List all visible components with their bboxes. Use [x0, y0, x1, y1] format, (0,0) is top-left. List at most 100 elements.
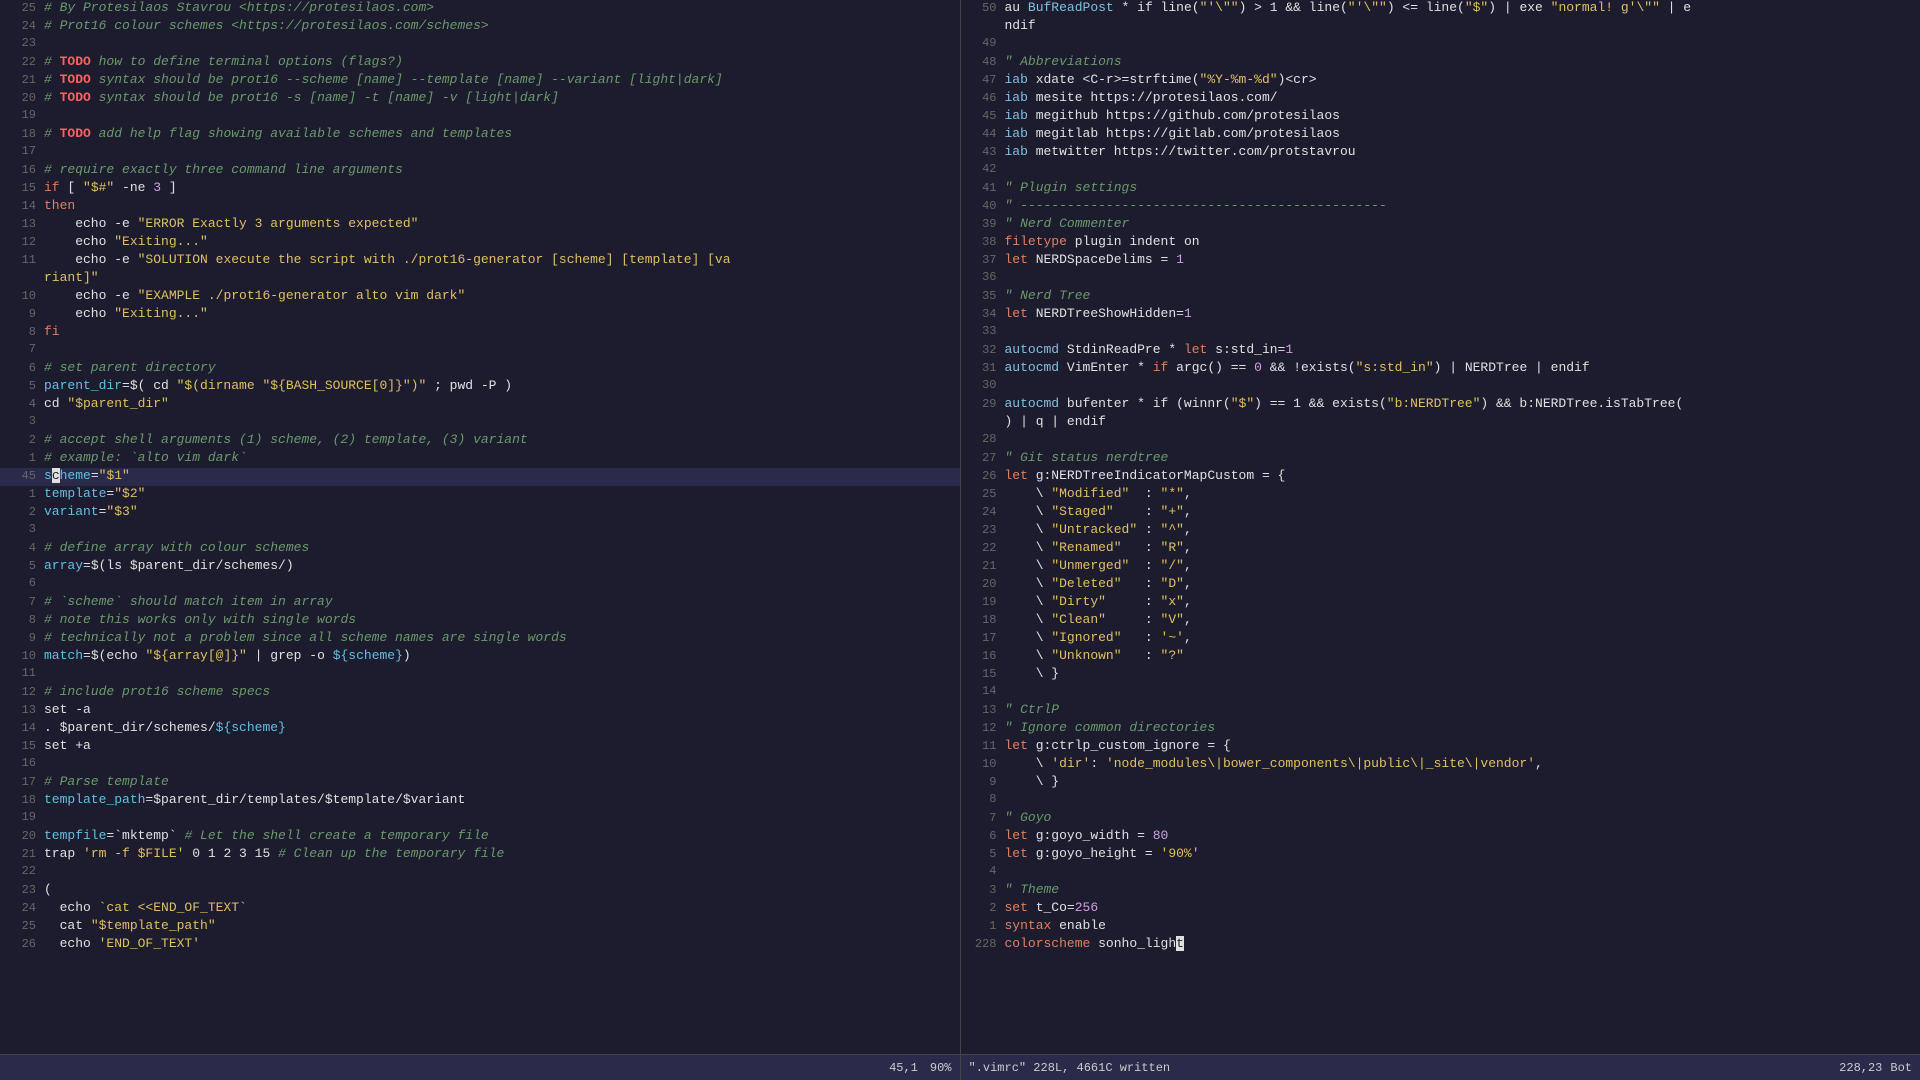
code-line: 30 [961, 378, 1920, 396]
code-line: 46iab mesite https://protesilaos.com/ [961, 90, 1920, 108]
left-pane: 25# By Protesilaos Stavrou <https://prot… [0, 0, 961, 1080]
code-line-colorscheme: 228colorscheme sonho_light [961, 936, 1920, 954]
code-line: 37let NERDSpaceDelims = 1 [961, 252, 1920, 270]
left-code-area[interactable]: 25# By Protesilaos Stavrou <https://prot… [0, 0, 960, 1054]
code-line: 39" Nerd Commenter [961, 216, 1920, 234]
code-line: 12# include prot16 scheme specs [0, 684, 960, 702]
left-status-bar: 45,1 90% [0, 1054, 960, 1080]
code-line: 13set -a [0, 702, 960, 720]
code-line: 18 \ "Clean" : "V", [961, 612, 1920, 630]
right-code-area[interactable]: 50au BufReadPost * if line("'\"") > 1 &&… [961, 0, 1920, 1054]
right-status-file: ".vimrc" 228L, 4661C written [969, 1061, 1171, 1075]
code-line: 23 \ "Untracked" : "^", [961, 522, 1920, 540]
code-line: 1# example: `alto vim dark` [0, 450, 960, 468]
code-line: 16 \ "Unknown" : "?" [961, 648, 1920, 666]
code-line: 13" CtrlP [961, 702, 1920, 720]
code-line: 14. $parent_dir/schemes/${scheme} [0, 720, 960, 738]
code-line: 11let g:ctrlp_custom_ignore = { [961, 738, 1920, 756]
code-line: 5array=$(ls $parent_dir/schemes/) [0, 558, 960, 576]
code-line: 20 \ "Deleted" : "D", [961, 576, 1920, 594]
code-line: 9 echo "Exiting..." [0, 306, 960, 324]
code-line: 25 cat "$template_path" [0, 918, 960, 936]
code-line: 22 \ "Renamed" : "R", [961, 540, 1920, 558]
code-line: 9 \ } [961, 774, 1920, 792]
code-line: 8fi [0, 324, 960, 342]
code-line: 50au BufReadPost * if line("'\"") > 1 &&… [961, 0, 1920, 18]
code-line: 2set t_Co=256 [961, 900, 1920, 918]
code-line: 12 echo "Exiting..." [0, 234, 960, 252]
code-line: 6# set parent directory [0, 360, 960, 378]
code-line: 36 [961, 270, 1920, 288]
code-line: 27" Git status nerdtree [961, 450, 1920, 468]
code-line: 17 \ "Ignored" : '~', [961, 630, 1920, 648]
code-line: 26let g:NERDTreeIndicatorMapCustom = { [961, 468, 1920, 486]
editor-container: 25# By Protesilaos Stavrou <https://prot… [0, 0, 1920, 1080]
right-pane: 50au BufReadPost * if line("'\"") > 1 &&… [961, 0, 1920, 1080]
code-line: 5let g:goyo_height = '90%' [961, 846, 1920, 864]
code-line: 47iab xdate <C-r>=strftime("%Y-%m-%d")<c… [961, 72, 1920, 90]
code-line: 4cd "$parent_dir" [0, 396, 960, 414]
code-line: 3" Theme [961, 882, 1920, 900]
code-line: 5parent_dir=$( cd "$(dirname "${BASH_SOU… [0, 378, 960, 396]
code-line: 38filetype plugin indent on [961, 234, 1920, 252]
code-line: 7 [0, 342, 960, 360]
code-line: 17 [0, 144, 960, 162]
code-line: 9# technically not a problem since all s… [0, 630, 960, 648]
code-line: 48" Abbreviations [961, 54, 1920, 72]
code-line: 15set +a [0, 738, 960, 756]
code-line: 1syntax enable [961, 918, 1920, 936]
code-line: ) | q | endif [961, 414, 1920, 432]
code-line: 13 echo -e "ERROR Exactly 3 arguments ex… [0, 216, 960, 234]
code-line: 1template="$2" [0, 486, 960, 504]
code-line: 19 [0, 108, 960, 126]
code-line: 12" Ignore common directories [961, 720, 1920, 738]
code-line: 4# define array with colour schemes [0, 540, 960, 558]
code-line: 22# TODO how to define terminal options … [0, 54, 960, 72]
code-line: 6let g:goyo_width = 80 [961, 828, 1920, 846]
code-line: 26 echo 'END_OF_TEXT' [0, 936, 960, 954]
code-line: 34let NERDTreeShowHidden=1 [961, 306, 1920, 324]
code-line: 20# TODO syntax should be prot16 -s [nam… [0, 90, 960, 108]
code-line: 14then [0, 198, 960, 216]
code-line: 21 \ "Unmerged" : "/", [961, 558, 1920, 576]
code-line: 23( [0, 882, 960, 900]
code-line: 20tempfile=`mktemp` # Let the shell crea… [0, 828, 960, 846]
code-line: 10 \ 'dir': 'node_modules\|bower_compone… [961, 756, 1920, 774]
code-line: 25 \ "Modified" : "*", [961, 486, 1920, 504]
code-line: 6 [0, 576, 960, 594]
code-line: 41" Plugin settings [961, 180, 1920, 198]
code-line: 25# By Protesilaos Stavrou <https://prot… [0, 0, 960, 18]
code-line: 17# Parse template [0, 774, 960, 792]
code-line: ndif [961, 18, 1920, 36]
code-line: 49 [961, 36, 1920, 54]
code-line: 22 [0, 864, 960, 882]
code-line: 28 [961, 432, 1920, 450]
code-line: 4 [961, 864, 1920, 882]
code-line: 24 echo `cat <<END_OF_TEXT` [0, 900, 960, 918]
right-status-mode: Bot [1890, 1061, 1912, 1075]
code-line: 11 [0, 666, 960, 684]
code-line: 19 [0, 810, 960, 828]
code-line: 15 \ } [961, 666, 1920, 684]
code-line: 44iab megitlab https://gitlab.com/protes… [961, 126, 1920, 144]
code-line: 21trap 'rm -f $FILE' 0 1 2 3 15 # Clean … [0, 846, 960, 864]
left-scroll-pct: 90% [930, 1061, 952, 1075]
code-line: 15if [ "$#" -ne 3 ] [0, 180, 960, 198]
code-line: 32autocmd StdinReadPre * let s:std_in=1 [961, 342, 1920, 360]
code-line: 2variant="$3" [0, 504, 960, 522]
code-line: 21# TODO syntax should be prot16 --schem… [0, 72, 960, 90]
code-line: 29autocmd bufenter * if (winnr("$") == 1… [961, 396, 1920, 414]
code-line: 31autocmd VimEnter * if argc() == 0 && !… [961, 360, 1920, 378]
code-line: 10 echo -e "EXAMPLE ./prot16-generator a… [0, 288, 960, 306]
code-line: 24# Prot16 colour schemes <https://prote… [0, 18, 960, 36]
code-line: 23 [0, 36, 960, 54]
left-cursor-pos: 45,1 [889, 1061, 918, 1075]
code-line: 8# note this works only with single word… [0, 612, 960, 630]
right-cursor-pos: 228,23 [1839, 1061, 1882, 1075]
code-line: 33 [961, 324, 1920, 342]
code-line: 19 \ "Dirty" : "x", [961, 594, 1920, 612]
code-line: 18# TODO add help flag showing available… [0, 126, 960, 144]
code-line: 16 [0, 756, 960, 774]
code-line: 7" Goyo [961, 810, 1920, 828]
code-line: 45iab megithub https://github.com/protes… [961, 108, 1920, 126]
